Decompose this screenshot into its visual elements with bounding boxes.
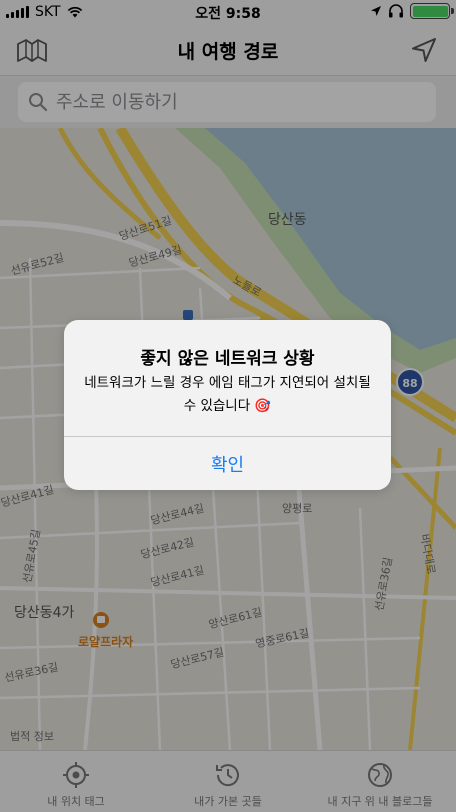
confirm-button[interactable]: 확인	[64, 437, 391, 490]
network-alert-dialog: 좋지 않은 네트워크 상황 네트워크가 느릴 경우 에임 태그가 지연되어 설치…	[64, 320, 391, 490]
alert-title: 좋지 않은 네트워크 상황	[140, 349, 315, 369]
alert-message: 네트워크가 느릴 경우 에임 태그가 지연되어 설치될 수 있습니다 🎯	[84, 375, 371, 414]
